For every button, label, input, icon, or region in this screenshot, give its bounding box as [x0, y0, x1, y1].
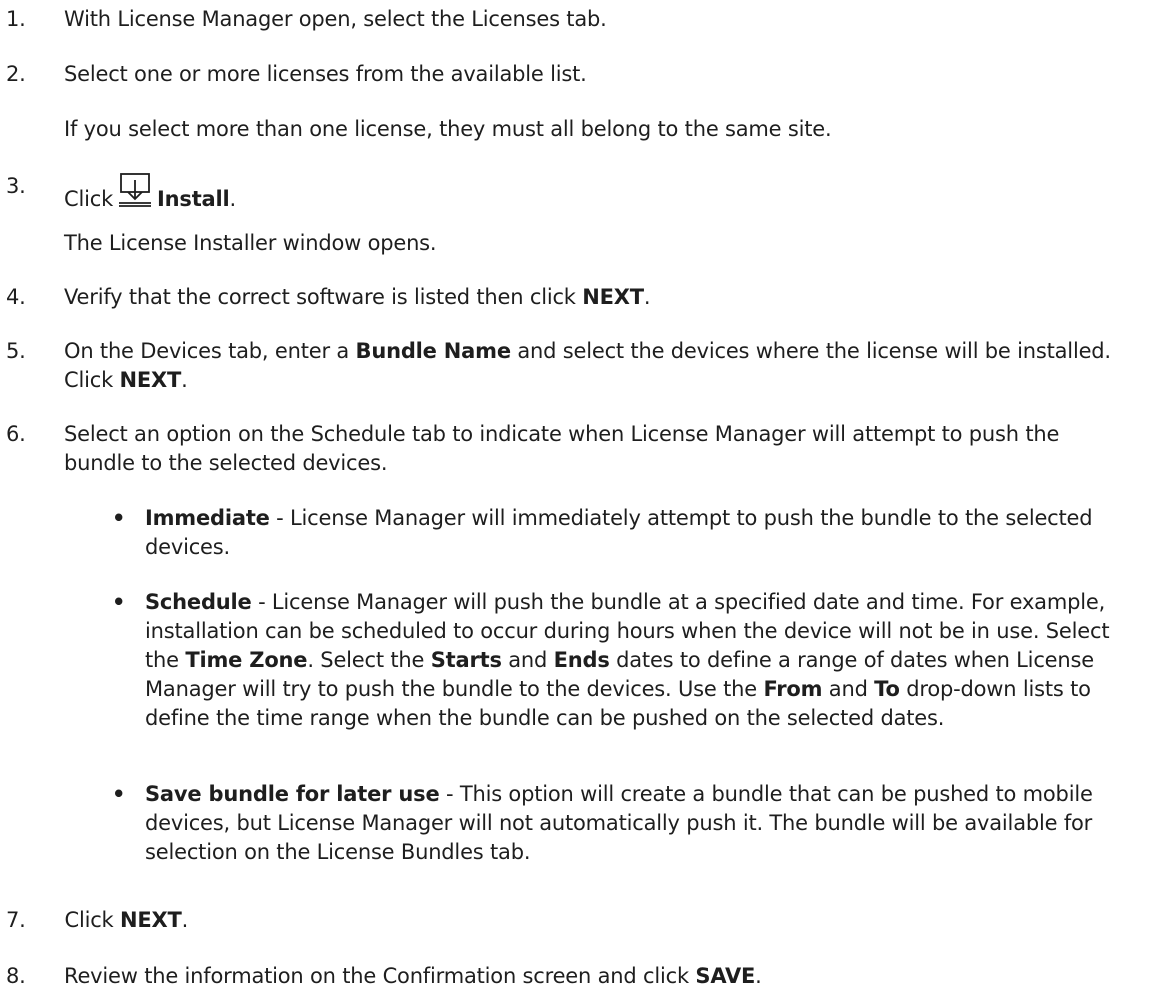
step-number: 7.	[6, 908, 26, 932]
step-text-post: .	[643, 285, 651, 309]
install-label: Install	[157, 187, 230, 211]
option-label: Save bundle for later use	[145, 782, 440, 806]
step-text: Click Install.	[64, 172, 1135, 214]
step-number: 2.	[6, 62, 26, 86]
bullet-text: Schedule - License Manager will push the…	[145, 588, 1135, 733]
step-number: 4.	[6, 285, 26, 309]
option-description: and	[501, 648, 554, 672]
step-text-pre: Click	[64, 187, 114, 211]
bullet-mark: •	[112, 590, 126, 614]
next-label: NEXT	[582, 285, 644, 309]
step-text: Click NEXT.	[58, 906, 1135, 935]
bullet-mark: •	[112, 506, 126, 530]
bullet-text: Save bundle for later use - This option …	[145, 780, 1135, 867]
step-text-post: .	[181, 908, 189, 932]
step-number: 1.	[6, 7, 26, 31]
step-text: Select an option on the Schedule tab to …	[64, 422, 1060, 475]
option-description: . Select the	[307, 648, 431, 672]
step-text-pre: Click	[58, 908, 120, 932]
step-text-pre: On the Devices tab, enter a	[64, 339, 356, 363]
starts-label: Starts	[430, 648, 502, 672]
option-description: and	[822, 677, 875, 701]
step-text: Review the information on the Confirmati…	[64, 962, 1135, 991]
bullet-text: Immediate - License Manager will immedia…	[145, 504, 1135, 562]
bullet-mark: •	[112, 782, 126, 806]
step-text-post: .	[181, 368, 188, 392]
step-text: On the Devices tab, enter a Bundle Name …	[64, 337, 1135, 395]
option-label: Immediate	[145, 506, 270, 530]
note-text: If you select more than one license, the…	[64, 117, 832, 141]
step-number: 6.	[6, 422, 26, 446]
time-zone-label: Time Zone	[185, 648, 308, 672]
step-text-post: .	[229, 187, 237, 211]
step-text: Select one or more licenses from the ava…	[64, 62, 587, 86]
next-label: NEXT	[120, 908, 182, 932]
instruction-document: 1. With License Manager open, select the…	[0, 0, 1157, 1003]
option-description: - License Manager will immediately attem…	[145, 506, 1093, 559]
step-number: 3.	[6, 174, 26, 198]
step-text-post: .	[755, 964, 762, 988]
step-text: With License Manager open, select the Li…	[64, 7, 607, 31]
step-text: Verify that the correct software is list…	[64, 283, 1135, 312]
save-label: SAVE	[695, 964, 756, 988]
note-text: The License Installer window opens.	[64, 231, 437, 255]
bundle-name-label: Bundle Name	[355, 339, 512, 363]
step-number: 8.	[6, 964, 26, 988]
next-label: NEXT	[119, 368, 182, 392]
install-icon	[117, 172, 153, 208]
step-text-pre: Review the information on the Confirmati…	[64, 964, 696, 988]
option-label: Schedule	[145, 590, 252, 614]
from-label: From	[763, 677, 823, 701]
to-label: To	[874, 677, 900, 701]
ends-label: Ends	[553, 648, 610, 672]
step-number: 5.	[6, 339, 26, 363]
step-text-pre: Verify that the correct software is list…	[64, 285, 583, 309]
